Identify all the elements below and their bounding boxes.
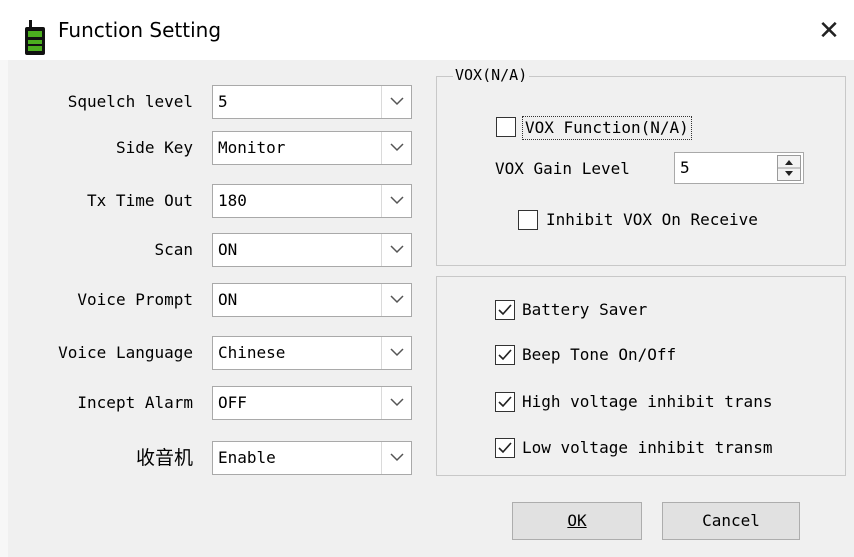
cancel-button[interactable]: Cancel — [662, 502, 800, 540]
voice-language-label: Voice Language — [58, 343, 193, 362]
high-voltage-label[interactable]: High voltage inhibit trans — [522, 391, 772, 413]
tx-time-out-select[interactable]: 180 — [212, 184, 412, 218]
vox-group-title: VOX(N/A) — [453, 66, 530, 84]
radio-select[interactable]: Enable — [212, 441, 412, 475]
window-title: Function Setting — [58, 18, 222, 42]
close-icon[interactable]: ✕ — [812, 14, 846, 48]
high-voltage-checkbox[interactable] — [495, 392, 515, 412]
vox-function-label[interactable]: VOX Function(N/A) — [522, 116, 692, 140]
tx-time-out-label: Tx Time Out — [87, 191, 193, 210]
vox-function-checkbox[interactable] — [496, 117, 516, 137]
chevron-down-icon[interactable] — [381, 337, 411, 369]
check-icon — [498, 396, 512, 408]
squelch-level-select[interactable]: 5 — [212, 85, 412, 119]
check-icon — [498, 349, 512, 361]
chevron-down-icon[interactable] — [381, 442, 411, 474]
chevron-down-icon[interactable] — [381, 234, 411, 266]
incept-alarm-label: Incept Alarm — [77, 393, 193, 412]
chevron-down-icon[interactable] — [381, 284, 411, 316]
battery-saver-checkbox[interactable] — [495, 300, 515, 320]
side-key-select[interactable]: Monitor — [212, 131, 412, 165]
radio-label: 收音机 — [135, 447, 193, 469]
title-bar: Function Setting ✕ — [0, 0, 854, 60]
check-icon — [498, 304, 512, 316]
incept-alarm-select[interactable]: OFF — [212, 386, 412, 420]
beep-tone-checkbox[interactable] — [495, 345, 515, 365]
battery-saver-label[interactable]: Battery Saver — [522, 299, 647, 321]
voice-prompt-select[interactable]: ON — [212, 283, 412, 317]
voice-language-select[interactable]: Chinese — [212, 336, 412, 370]
inhibit-vox-checkbox[interactable] — [518, 210, 538, 230]
beep-tone-label[interactable]: Beep Tone On/Off — [522, 344, 676, 366]
chevron-down-icon[interactable] — [381, 132, 411, 164]
squelch-level-label: Squelch level — [67, 92, 193, 111]
vox-gain-spinbox[interactable]: 5 — [674, 152, 804, 184]
spin-buttons[interactable] — [777, 155, 801, 181]
radio-icon — [25, 20, 45, 55]
side-key-label: Side Key — [115, 138, 193, 157]
chevron-down-icon[interactable] — [381, 86, 411, 118]
window-edge — [0, 60, 8, 557]
low-voltage-checkbox[interactable] — [495, 438, 515, 458]
vox-gain-label: VOX Gain Level — [495, 159, 630, 178]
check-icon — [498, 442, 512, 454]
inhibit-vox-label[interactable]: Inhibit VOX On Receive — [546, 209, 758, 231]
voice-prompt-label: Voice Prompt — [77, 290, 193, 309]
chevron-down-icon[interactable] — [381, 185, 411, 217]
scan-select[interactable]: ON — [212, 233, 412, 267]
scan-label: Scan — [154, 240, 193, 259]
chevron-down-icon[interactable] — [381, 387, 411, 419]
ok-button[interactable]: OK — [512, 502, 642, 540]
low-voltage-label[interactable]: Low voltage inhibit transm — [522, 437, 772, 459]
